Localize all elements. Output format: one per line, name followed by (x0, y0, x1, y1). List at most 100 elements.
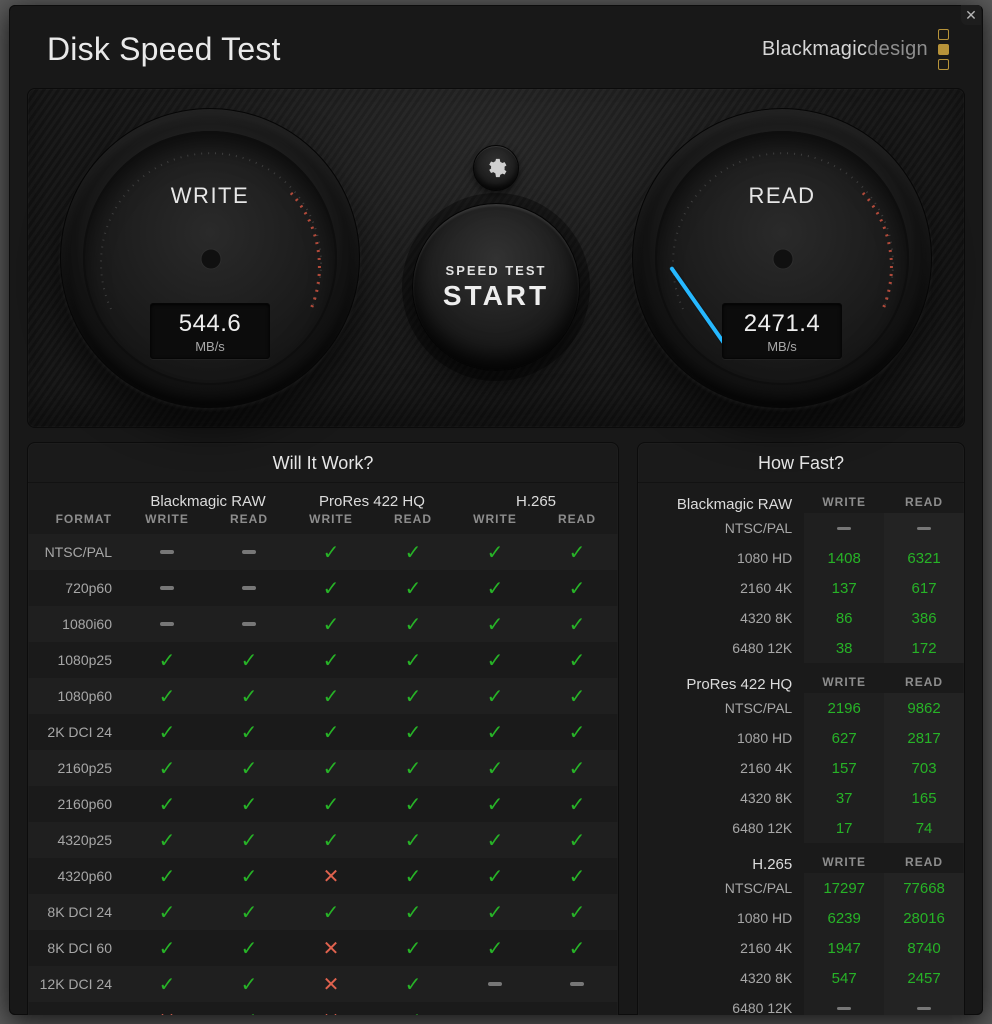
read-value: 2817 (884, 723, 964, 753)
status-cell: ✓ (290, 642, 372, 678)
format-label: 720p60 (28, 570, 126, 606)
status-cell: ✓ (290, 678, 372, 714)
status-cell: ✓ (208, 678, 290, 714)
status-cell: ✓ (290, 750, 372, 786)
brand-logo-icon (938, 29, 949, 70)
table-row: 6480 12K1774 (638, 813, 964, 843)
status-cell: ✓ (126, 930, 208, 966)
status-cell: ✓ (454, 930, 536, 966)
format-label: 2160 4K (638, 573, 804, 603)
check-icon: ✓ (241, 864, 258, 889)
table-row: NTSC/PAL21969862 (638, 693, 964, 723)
status-cell: ✕ (290, 858, 372, 894)
status-cell: ✓ (208, 858, 290, 894)
table-row: 12K DCI 60✕✓✕✓ (28, 1002, 618, 1015)
close-button[interactable]: ✕ (961, 5, 981, 25)
check-icon: ✓ (487, 720, 504, 745)
status-cell: ✓ (208, 822, 290, 858)
format-label: NTSC/PAL (638, 693, 804, 723)
status-cell: ✓ (536, 786, 618, 822)
status-cell: ✓ (372, 642, 454, 678)
check-icon: ✓ (159, 900, 176, 925)
status-cell: ✓ (372, 1002, 454, 1015)
check-icon: ✓ (241, 936, 258, 961)
how-fast-panel: How Fast? Blackmagic RAWWRITEREADNTSC/PA… (637, 442, 965, 1015)
write-value: 86 (804, 603, 884, 633)
how-fast-table: Blackmagic RAWWRITEREADNTSC/PAL1080 HD14… (638, 483, 964, 1015)
check-icon: ✓ (241, 792, 258, 817)
status-cell: ✓ (208, 894, 290, 930)
read-readout: 2471.4 MB/s (722, 303, 842, 359)
write-gauge: WRITE 544.6 MB/s (60, 108, 360, 408)
format-label: 2160p60 (28, 786, 126, 822)
check-icon: ✓ (405, 540, 422, 565)
check-icon: ✓ (405, 720, 422, 745)
status-cell: ✓ (454, 606, 536, 642)
check-icon: ✓ (405, 828, 422, 853)
dash-icon (160, 586, 174, 590)
table-row: 2160p60✓✓✓✓✓✓ (28, 786, 618, 822)
read-value: 2471.4 (723, 310, 841, 338)
read-value: 77668 (884, 873, 964, 903)
check-icon: ✓ (569, 936, 586, 961)
status-cell: ✓ (372, 786, 454, 822)
table-row: 2K DCI 24✓✓✓✓✓✓ (28, 714, 618, 750)
table-row: 2160p25✓✓✓✓✓✓ (28, 750, 618, 786)
status-cell (536, 966, 618, 1002)
read-label: READ (633, 183, 931, 209)
check-icon: ✓ (323, 756, 340, 781)
check-icon: ✓ (405, 1008, 422, 1016)
format-label: NTSC/PAL (638, 513, 804, 543)
table-row: 1080 HD14086321 (638, 543, 964, 573)
check-icon: ✓ (569, 684, 586, 709)
dash-icon (242, 550, 256, 554)
codec-header: ProRes 422 HQ (638, 663, 804, 693)
cross-icon: ✕ (323, 936, 340, 961)
format-label: 1080p60 (28, 678, 126, 714)
read-value: 165 (884, 783, 964, 813)
check-icon: ✓ (159, 864, 176, 889)
read-value: 386 (884, 603, 964, 633)
format-header: FORMAT (28, 512, 126, 534)
status-cell: ✓ (208, 930, 290, 966)
write-value: 17 (804, 813, 884, 843)
codec-header: H.265 (638, 843, 804, 873)
will-it-work-table: Blackmagic RAW ProRes 422 HQ H.265 FORMA… (28, 483, 618, 1015)
read-value (884, 993, 964, 1015)
check-icon: ✓ (405, 864, 422, 889)
status-cell: ✓ (208, 1002, 290, 1015)
write-readout: 544.6 MB/s (150, 303, 270, 359)
status-cell: ✓ (372, 822, 454, 858)
status-cell: ✓ (372, 966, 454, 1002)
check-icon: ✓ (241, 828, 258, 853)
settings-button[interactable] (473, 145, 519, 191)
status-cell (126, 534, 208, 570)
read-value: 6321 (884, 543, 964, 573)
read-unit: MB/s (723, 339, 841, 354)
check-icon: ✓ (323, 612, 340, 637)
table-row: 2160 4K137617 (638, 573, 964, 603)
cross-icon: ✕ (323, 972, 340, 997)
write-value: 157 (804, 753, 884, 783)
codec-header: Blackmagic RAW (638, 483, 804, 513)
table-row: 1080 HD6272817 (638, 723, 964, 753)
format-label: 2160p25 (28, 750, 126, 786)
check-icon: ✓ (487, 828, 504, 853)
codec-header: H.265 (454, 483, 618, 512)
status-cell: ✓ (536, 822, 618, 858)
format-label: NTSC/PAL (638, 873, 804, 903)
status-cell (208, 570, 290, 606)
start-button[interactable]: SPEED TEST START (412, 203, 580, 371)
status-cell: ✓ (208, 714, 290, 750)
dash-icon (488, 982, 502, 986)
check-icon: ✓ (323, 684, 340, 709)
dash-icon (917, 527, 931, 531)
check-icon: ✓ (405, 684, 422, 709)
table-row: 1080p25✓✓✓✓✓✓ (28, 642, 618, 678)
status-cell: ✓ (454, 786, 536, 822)
check-icon: ✓ (405, 936, 422, 961)
format-label: 2K DCI 24 (28, 714, 126, 750)
write-value: 547 (804, 963, 884, 993)
check-icon: ✓ (569, 900, 586, 925)
codec-header: Blackmagic RAW (126, 483, 290, 512)
